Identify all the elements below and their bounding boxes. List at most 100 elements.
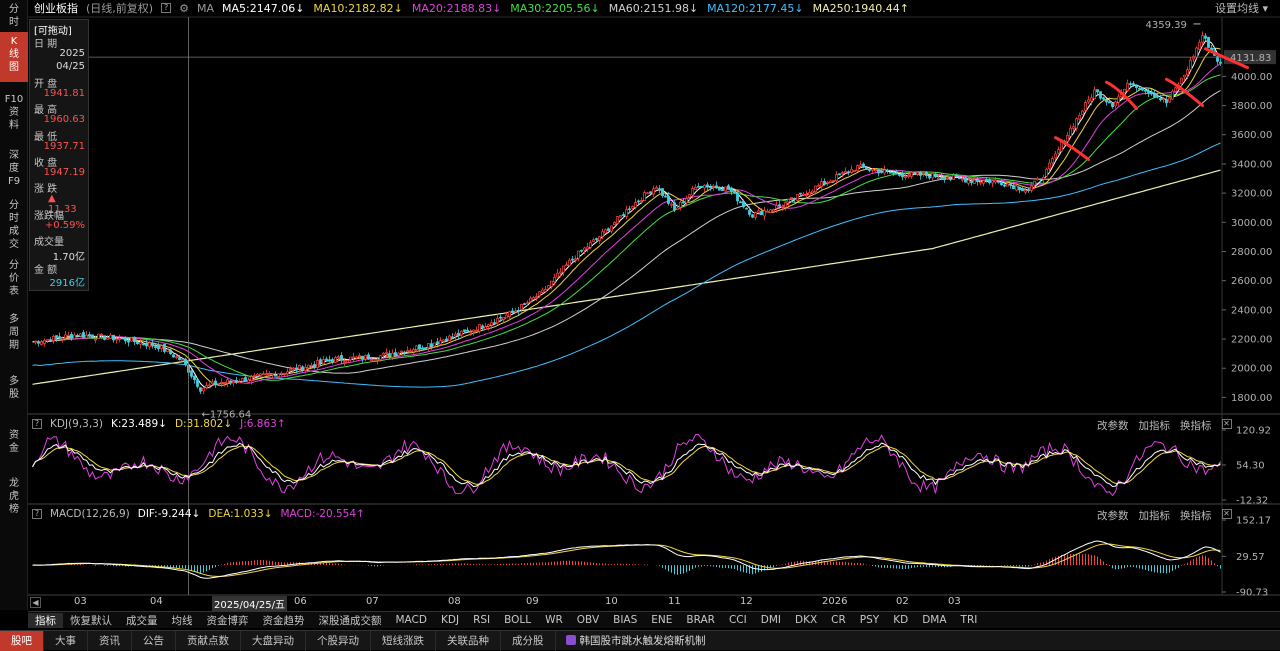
candle-down (193, 375, 196, 381)
indicator-tab-3[interactable]: 均线 (165, 613, 200, 628)
candle-down (988, 179, 991, 184)
indicator-tab-23[interactable]: TRI (954, 614, 985, 626)
candle-up (811, 190, 814, 194)
time-axis-label: 09 (526, 596, 539, 607)
time-axis[interactable]: 03 04 2025/04/25/五 06 07 08 09 10 11 12 2026 02 03 (40, 596, 1220, 611)
indicator-tab-4[interactable]: 资金博弈 (200, 613, 256, 628)
bottom-tab-7[interactable]: 短线涨跌 (371, 630, 436, 651)
indicator-tab-10[interactable]: BOLL (497, 614, 538, 626)
bottom-tab-1[interactable]: 大事 (44, 630, 88, 651)
bottom-tab-8[interactable]: 关联品种 (436, 630, 501, 651)
bottom-tab-3[interactable]: 公告 (132, 630, 176, 651)
ma250-line (32, 169, 1221, 385)
candle-up (652, 188, 655, 195)
candle-up (148, 342, 151, 348)
candle-down (913, 171, 916, 174)
indicator-tab-12[interactable]: OBV (570, 614, 606, 626)
kdj-title[interactable]: KDJ(9,3,3) (50, 418, 103, 430)
indicator-tab-19[interactable]: CR (824, 614, 853, 626)
candle-up (226, 379, 229, 384)
indicator-tab-14[interactable]: ENE (644, 614, 679, 626)
candle-down (1039, 178, 1042, 181)
kdj-edit-params-button[interactable]: 改参数 (1097, 418, 1129, 433)
macd-edit-params-button[interactable]: 改参数 (1097, 508, 1129, 523)
time-axis-label: 2026 (822, 596, 848, 607)
close-icon[interactable]: ✕ (1221, 509, 1232, 519)
candle-down (523, 303, 526, 305)
indicator-tab-20[interactable]: PSY (853, 614, 886, 626)
candle-up (484, 326, 487, 330)
time-axis-label: 03 (948, 596, 961, 607)
indicator-tab-2[interactable]: 成交量 (119, 613, 165, 628)
indicator-tab-16[interactable]: CCI (722, 614, 754, 626)
chart-canvas[interactable]: 4000.00 3800.00 3600.00 3400.00 3200.00 3000.… (0, 0, 1280, 650)
indicator-tab-21[interactable]: KD (886, 614, 915, 626)
candle-down (697, 186, 700, 188)
candle-up (268, 373, 271, 376)
indicator-tab-9[interactable]: RSI (466, 614, 497, 626)
help-icon[interactable]: ? (32, 509, 42, 519)
indicator-tab-17[interactable]: DMI (754, 614, 788, 626)
candle-up (175, 356, 178, 359)
candle-down (637, 200, 640, 203)
indicator-tab-7[interactable]: MACD (389, 614, 434, 626)
bottom-tab-2[interactable]: 资讯 (88, 630, 132, 651)
kdj-switch-indicator-button[interactable]: 换指标 (1180, 418, 1212, 433)
kdj-add-indicator-button[interactable]: 加指标 (1139, 418, 1171, 433)
candle-up (754, 212, 757, 218)
candle-up (352, 356, 355, 359)
close-icon[interactable]: ✕ (1221, 419, 1232, 429)
bottom-tab-9[interactable]: 成分股 (501, 630, 556, 651)
candle-down (898, 174, 901, 176)
indicator-tab-8[interactable]: KDJ (434, 614, 466, 626)
indicator-tab-0[interactable]: 指标 (28, 612, 63, 628)
indicator-tab-11[interactable]: WR (538, 614, 570, 626)
candle-down (1204, 35, 1207, 39)
bottom-tab-5[interactable]: 大盘异动 (241, 630, 306, 651)
candle-up (52, 335, 55, 342)
candle-down (721, 189, 724, 191)
indicator-tab-22[interactable]: DMA (915, 614, 953, 626)
candle-up (250, 376, 253, 381)
candle-down (451, 336, 454, 339)
bottom-tab-4[interactable]: 贡献点数 (176, 630, 241, 651)
candle-up (1201, 35, 1204, 43)
macd-switch-indicator-button[interactable]: 换指标 (1180, 508, 1212, 523)
indicator-tab-13[interactable]: BIAS (606, 614, 644, 626)
help-icon[interactable]: ? (32, 419, 42, 429)
indicator-tab-5[interactable]: 资金趋势 (256, 613, 312, 628)
candle-up (826, 181, 829, 184)
indicator-tab-15[interactable]: BRAR (679, 614, 722, 626)
candle-up (526, 302, 529, 304)
macd-add-indicator-button[interactable]: 加指标 (1139, 508, 1171, 523)
ma60-line (32, 90, 1221, 374)
candle-up (781, 206, 784, 208)
kdj-d: D:31.802↓ (174, 418, 233, 430)
candle-down (172, 354, 175, 358)
candle-down (997, 181, 1000, 183)
indicator-tab-18[interactable]: DKX (788, 614, 824, 626)
candle-up (784, 202, 787, 208)
news-ticker[interactable]: 韩国股市跳水触发熔断机制 (565, 633, 706, 648)
candle-down (1102, 97, 1105, 100)
macd-header: ? MACD(12,26,9) DIF:-9.244↓ DEA:1.033↓ M… (32, 508, 932, 520)
candle-down (928, 175, 931, 179)
candle-up (85, 334, 88, 339)
bottom-tab-0[interactable]: 股吧 (0, 630, 44, 651)
candle-up (589, 242, 592, 248)
pct-value: +0.59% (44, 220, 85, 231)
indicator-tab-1[interactable]: 恢复默认 (63, 613, 119, 628)
candle-up (547, 285, 550, 289)
candle-down (862, 163, 865, 168)
quote-info-panel[interactable]: [可拖动] 日 期 2025 04/25 开 盘 1941.81 最 高 196… (29, 19, 89, 291)
price-tick: 3600.00 (1231, 130, 1272, 141)
bottom-tab-6[interactable]: 个股异动 (306, 630, 371, 651)
candle-down (1159, 98, 1162, 101)
price-tick: 2600.00 (1231, 276, 1272, 287)
candle-up (40, 341, 43, 345)
candle-up (334, 357, 337, 363)
indicator-tab-6[interactable]: 深股通成交额 (312, 613, 389, 628)
candle-up (532, 297, 535, 300)
candle-down (196, 379, 199, 387)
macd-title[interactable]: MACD(12,26,9) (50, 508, 130, 520)
